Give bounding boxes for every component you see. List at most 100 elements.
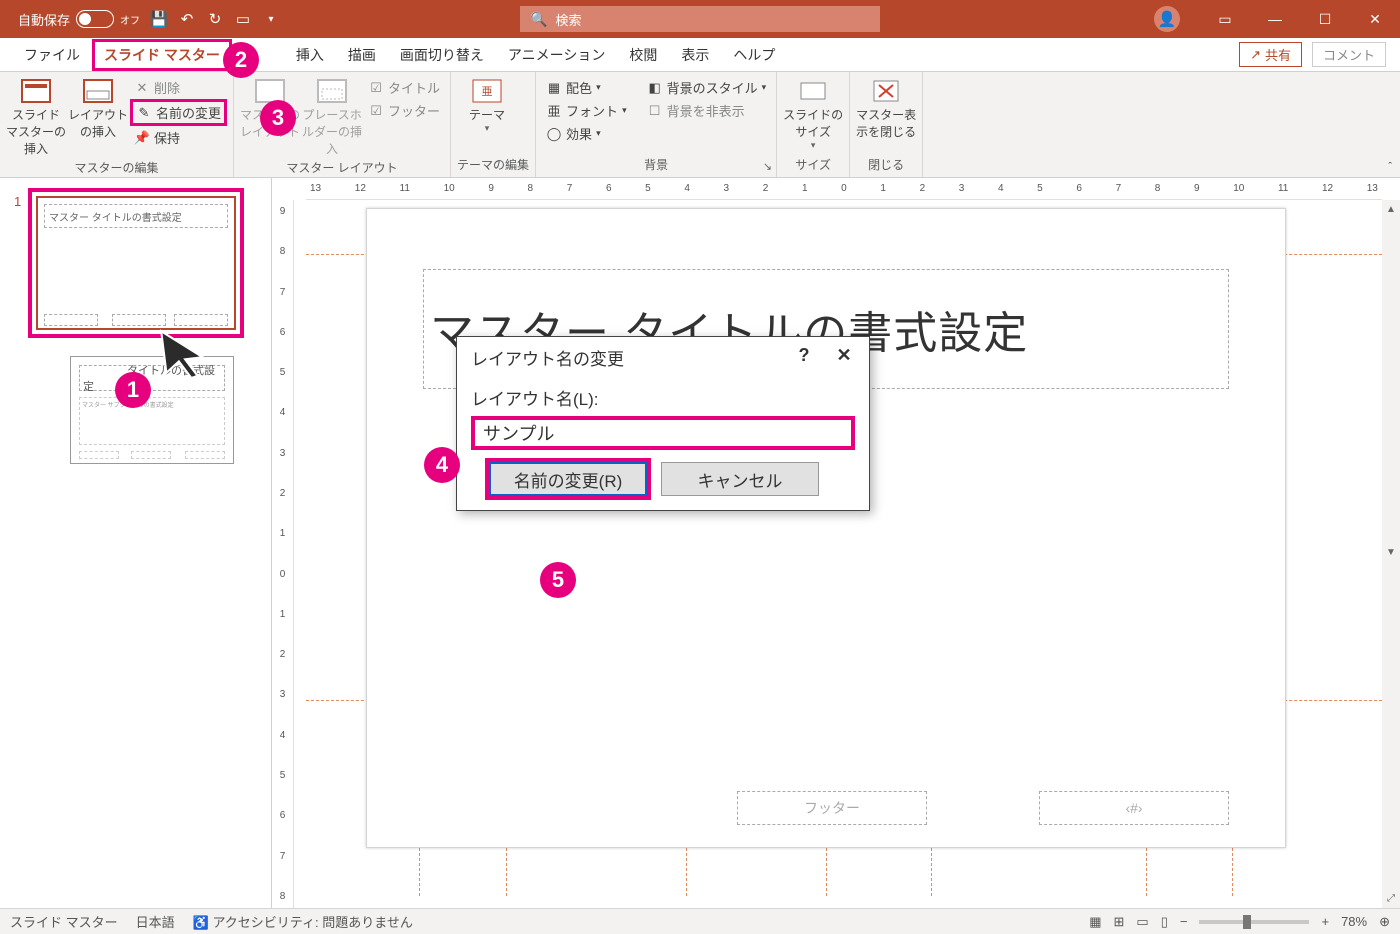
normal-view-icon[interactable]: ▦	[1089, 914, 1101, 930]
thumb-footer-placeholder	[112, 314, 166, 326]
qat-more-icon[interactable]: ▾	[262, 10, 280, 28]
themes-button[interactable]: 亜 テーマ ▾	[457, 76, 517, 134]
tab-help[interactable]: ヘルプ	[721, 39, 787, 71]
fit-icon[interactable]: ⤢	[1387, 893, 1395, 904]
autosave-toggle[interactable]: 自動保存 オフ	[18, 10, 140, 29]
checkbox-icon: ☑	[368, 80, 384, 96]
minimize-icon[interactable]: —	[1250, 0, 1300, 38]
slide-master-icon	[20, 78, 52, 104]
ribbon-tabs: ファイル スライド マスター 挿入 描画 画面切り替え アニメーション 校閲 表…	[0, 38, 1400, 72]
fonts-icon: 亜	[546, 103, 562, 119]
autosave-label: 自動保存	[18, 10, 70, 29]
scroll-down-icon[interactable]: ▼	[1386, 547, 1396, 558]
tab-insert[interactable]: 挿入	[284, 39, 336, 71]
zoom-out-icon[interactable]: −	[1180, 914, 1188, 929]
bg-styles-button[interactable]: ◧背景のスタイル▾	[643, 76, 771, 99]
tab-animations[interactable]: アニメーション	[496, 39, 617, 71]
annotation-badge-3: 3	[260, 100, 296, 136]
zoom-level[interactable]: 78%	[1341, 914, 1367, 929]
dialog-title: レイアウト名の変更	[471, 345, 624, 370]
slide-number: 1	[14, 194, 21, 209]
cancel-button[interactable]: キャンセル	[661, 462, 819, 496]
tab-file[interactable]: ファイル	[12, 39, 92, 71]
ribbon-options-icon[interactable]: ▭	[1200, 0, 1250, 38]
vertical-ruler: 987654321012345678	[272, 200, 294, 908]
checkbox-icon: ☐	[647, 103, 663, 119]
delete-layout-button: ✕削除	[130, 76, 227, 99]
tab-transitions[interactable]: 画面切り替え	[388, 39, 496, 71]
status-mode: スライド マスター	[10, 912, 118, 931]
slideshow-view-icon[interactable]: ▯	[1161, 914, 1168, 930]
account-icon[interactable]: 👤	[1154, 6, 1180, 32]
insert-slide-master-button[interactable]: スライド マスターの挿入	[6, 76, 66, 157]
preserve-button[interactable]: 📌保持	[130, 126, 227, 149]
layout-thumbnail[interactable]: タイトルの書式設定 マスター サブタイトルの書式設定	[70, 356, 234, 464]
help-icon[interactable]: ?	[789, 345, 819, 366]
reading-view-icon[interactable]: ▭	[1136, 914, 1148, 930]
zoom-slider[interactable]	[1199, 920, 1309, 924]
group-label-layout: マスター レイアウト	[240, 157, 444, 178]
chevron-down-icon: ▾	[596, 82, 601, 93]
slide-size-button[interactable]: スライドのサイズ ▾	[783, 76, 843, 151]
share-button[interactable]: ↗共有	[1239, 42, 1302, 67]
search-placeholder: 検索	[555, 10, 581, 29]
layout-name-label: レイアウト名(L):	[471, 385, 855, 410]
group-label-bg: 背景	[542, 154, 770, 175]
themes-icon: 亜	[471, 78, 503, 104]
checkbox-icon: ☑	[368, 103, 384, 119]
tab-view[interactable]: 表示	[669, 39, 721, 71]
sorter-view-icon[interactable]: ⊞	[1114, 914, 1125, 930]
search-icon: 🔍	[530, 11, 547, 28]
fonts-button[interactable]: 亜フォント▾	[542, 99, 631, 122]
insert-layout-button[interactable]: レイアウトの挿入	[68, 76, 128, 140]
dialog-launcher-icon[interactable]: ↘	[763, 160, 772, 173]
fit-to-window-icon[interactable]: ⊕	[1379, 914, 1390, 930]
rename-icon: ✎	[136, 105, 152, 121]
thumb-pagenum-placeholder	[174, 314, 228, 326]
ribbon: スライド マスターの挿入 レイアウトの挿入 ✕削除 ✎名前の変更 📌保持 マスタ…	[0, 72, 1400, 178]
slide-canvas[interactable]: マスター タイトルの書式設定 フッター ‹#›	[366, 208, 1286, 848]
status-accessibility[interactable]: ♿ アクセシビリティ: 問題ありません	[193, 912, 413, 931]
placeholder-icon	[316, 78, 348, 104]
master-thumbnail[interactable]: 1 マスター タイトルの書式設定	[28, 188, 263, 338]
zoom-in-icon[interactable]: +	[1321, 914, 1329, 929]
title-bar: 自動保存 オフ 💾 ↶ ↻ ▭ ▾ 🔍 検索 👤 ▭ — ☐ ✕	[0, 0, 1400, 38]
footer-checkbox: ☑フッター	[364, 99, 444, 122]
vertical-scrollbar[interactable]: ▲ ▼ ⤢	[1382, 200, 1400, 908]
bg-style-icon: ◧	[647, 80, 663, 96]
redo-icon[interactable]: ↻	[206, 10, 224, 28]
tab-draw[interactable]: 描画	[336, 39, 388, 71]
effects-icon: ◯	[546, 126, 562, 142]
chevron-down-icon: ▾	[811, 140, 816, 151]
horizontal-ruler: 13121110987654321012345678910111213	[306, 178, 1382, 200]
comments-button[interactable]: コメント	[1312, 42, 1386, 67]
close-dialog-icon[interactable]: ✕	[829, 345, 859, 366]
maximize-icon[interactable]: ☐	[1300, 0, 1350, 38]
colors-button[interactable]: ▦配色▾	[542, 76, 631, 99]
layout-name-input[interactable]	[471, 416, 855, 450]
effects-button[interactable]: ◯効果▾	[542, 122, 631, 145]
pagenum-placeholder[interactable]: ‹#›	[1039, 791, 1229, 825]
undo-icon[interactable]: ↶	[178, 10, 196, 28]
rename-button[interactable]: ✎名前の変更	[130, 99, 227, 126]
thumb-title-placeholder: マスター タイトルの書式設定	[44, 204, 228, 228]
rename-confirm-button[interactable]: 名前の変更(R)	[489, 462, 647, 496]
search-box[interactable]: 🔍 検索	[520, 6, 880, 32]
footer-placeholder[interactable]: フッター	[737, 791, 927, 825]
group-label-size: サイズ	[783, 154, 843, 175]
layout-content-placeholder: マスター サブタイトルの書式設定	[79, 397, 225, 445]
close-master-view-button[interactable]: マスター表示を閉じる	[856, 76, 916, 140]
thumbnail-pane: 1 マスター タイトルの書式設定 タイトルの書式設定 マスター サブタイトルの書…	[0, 178, 272, 908]
close-window-icon[interactable]: ✕	[1350, 0, 1400, 38]
insert-placeholder-button: プレースホルダーの挿入	[302, 76, 362, 157]
collapse-ribbon-icon[interactable]: ˆ	[1388, 161, 1392, 173]
present-icon[interactable]: ▭	[234, 10, 252, 28]
group-label-theme: テーマの編集	[457, 154, 529, 175]
tab-review[interactable]: 校閲	[617, 39, 669, 71]
chevron-down-icon: ▾	[596, 128, 601, 139]
status-language[interactable]: 日本語	[136, 912, 175, 931]
save-icon[interactable]: 💾	[150, 10, 168, 28]
tab-slide-master[interactable]: スライド マスター	[92, 39, 232, 71]
annotation-badge-2: 2	[223, 42, 259, 78]
scroll-up-icon[interactable]: ▲	[1386, 204, 1396, 215]
